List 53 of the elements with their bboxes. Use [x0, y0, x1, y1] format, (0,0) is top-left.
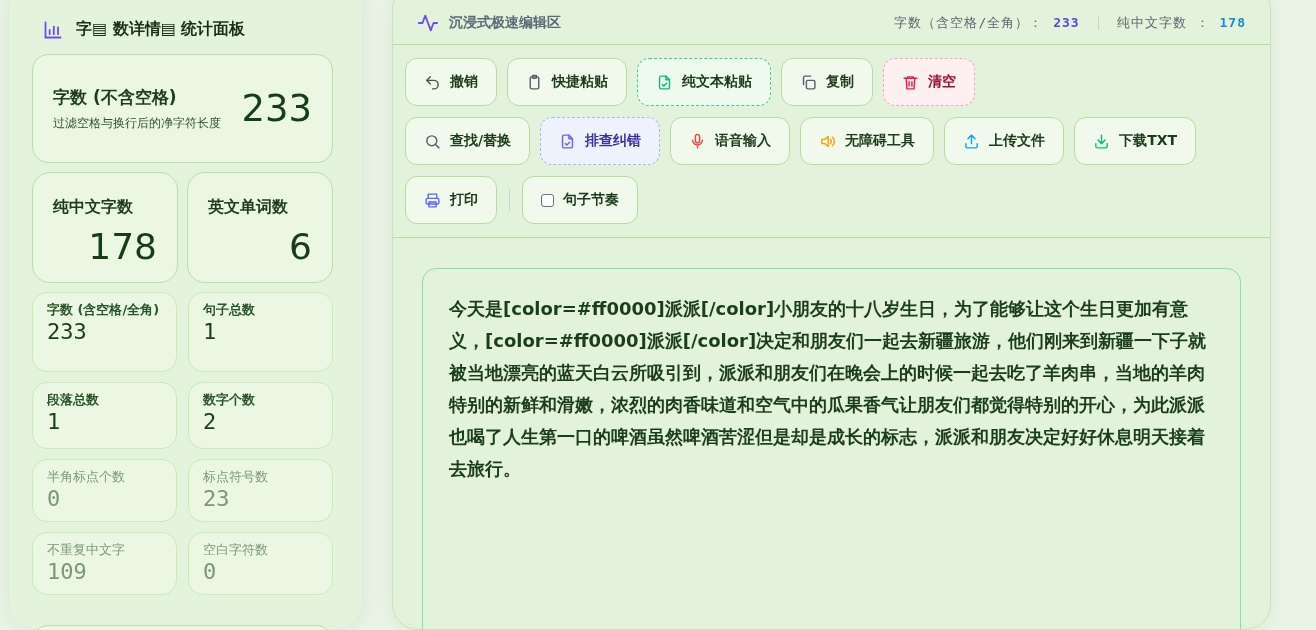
stat-value: 233 [47, 319, 88, 344]
toolbar-button[interactable]: 下载TXT [1074, 117, 1197, 165]
toolbar-button[interactable]: 撤销 [405, 58, 497, 106]
toolbar-button[interactable]: 复制 [781, 58, 873, 106]
stat-label: 半角标点个数 [47, 469, 126, 484]
search-icon [424, 132, 441, 150]
stat-value: 1 [203, 319, 218, 344]
checkbox-toggle[interactable]: 句子节奏 [522, 176, 638, 224]
upload-icon [963, 132, 981, 150]
stat-label: 标点符号数 [203, 469, 269, 484]
stat-label: 字数 (不含空格) [53, 86, 178, 109]
counter-value: 233 [1053, 15, 1080, 30]
stat-label: 英文单词数 [208, 197, 289, 218]
editor-title: 沉浸式极速编辑区 [449, 13, 561, 32]
stat-value: 0 [203, 559, 218, 584]
toolbar-button[interactable]: 无障碍工具 [800, 117, 935, 165]
stat-label: 不重复中文字 [47, 542, 126, 557]
stat-label: 句子总数 [203, 302, 256, 317]
counter-value: 178 [1219, 15, 1246, 30]
stat-value: 1 [47, 409, 62, 434]
toolbar-button[interactable]: 查找/替换 [405, 117, 531, 165]
toolbar-button[interactable]: 排查纠错 [540, 117, 661, 165]
printer-icon [424, 191, 441, 209]
stat-label: 纯中文字数 [53, 197, 134, 218]
stat-label: 空白字符数 [203, 542, 269, 557]
trash-icon [902, 73, 919, 91]
stat-value: 6 [288, 226, 312, 267]
toolbar-button[interactable]: 语音输入 [670, 117, 791, 165]
stat-value: 178 [87, 226, 157, 267]
stat-description: 过滤空格与换行后的净字符长度 [53, 115, 222, 131]
stat-value: 0 [47, 486, 62, 511]
toolbar-button[interactable]: 清空 [883, 58, 975, 106]
file-check-icon [656, 73, 673, 91]
panel-title: 字▤ 数详情▤ 统计面板 [76, 19, 246, 40]
stat-label: 数字个数 [203, 392, 256, 407]
copy-icon [800, 73, 817, 91]
toolbar-button[interactable]: 上传文件 [944, 117, 1065, 165]
editor-field[interactable]: 今天是[color=#ff0000]派派[/color]小朋友的十八岁生日，为了能够让这个生日更加有意义，[color=#ff0000]派派[/color]决定和朋友们一起去新疆旅游，他们刚来到新疆一下子就被当地漂亮的蓝天白云所吸引到，派派和朋友们在晚会上的时候一起去吃了羊肉串，当地的羊肉特别的新鲜和滑嫩，浓烈的肉香味道和空气中的瓜果香气让朋友们都觉得特别的开心，为此派派也喝了人生第一口的啤酒虽然啤酒苦涩但是却是成长的标志，派派和朋友决定好好休息明天接着去旅行。 [422, 268, 1241, 629]
stat-label: 字数 (含空格/全角) [47, 302, 161, 317]
bar-chart-icon [43, 19, 63, 40]
download-icon [1093, 132, 1111, 150]
stat-label: 段落总数 [47, 392, 100, 407]
stat-value: 2 [203, 409, 218, 434]
undo-icon [424, 73, 441, 91]
toolbar-button[interactable]: 快捷粘贴 [507, 58, 627, 106]
stat-value: 23 [203, 486, 231, 511]
counter-label: 纯中文字数 ： [1116, 13, 1210, 32]
toolbar-button[interactable]: 纯文本粘贴 [637, 58, 771, 106]
checkbox[interactable] [541, 193, 554, 207]
stat-value: 233 [241, 87, 312, 130]
toolbar-button[interactable]: 打印 [405, 176, 497, 224]
counter-label: 字数（含空格/全角）： [894, 13, 1044, 32]
stat-value: 109 [47, 559, 88, 584]
